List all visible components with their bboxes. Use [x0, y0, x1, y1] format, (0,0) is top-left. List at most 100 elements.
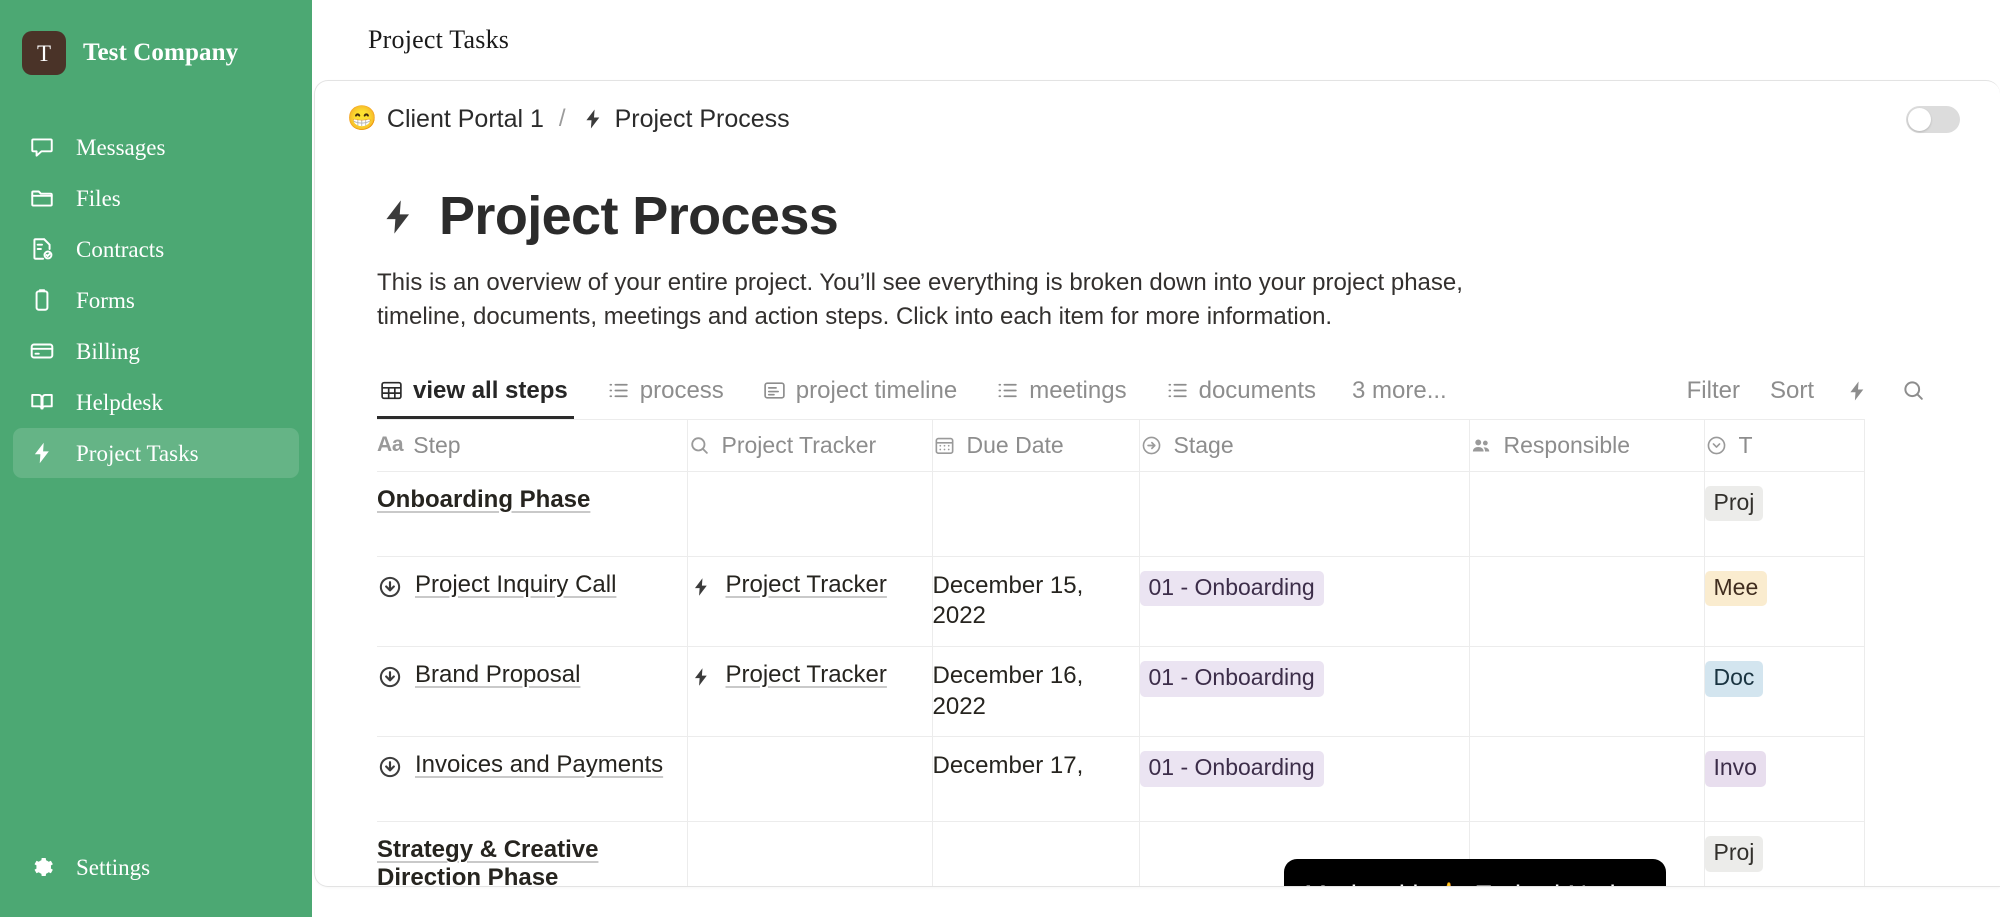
bolt-icon[interactable] [1844, 378, 1870, 404]
step-link[interactable]: Brand Proposal [415, 661, 580, 689]
brand[interactable]: T Test Company [0, 0, 312, 78]
cell-step[interactable]: Brand Proposal [377, 646, 687, 736]
relation-link[interactable]: Project Tracker [726, 571, 887, 599]
sidebar-item-contracts[interactable]: Contracts [13, 224, 299, 274]
cell-due-date[interactable]: December 15, 2022 [932, 556, 1139, 646]
tab-meetings[interactable]: meetings [993, 377, 1140, 419]
column-header-stage[interactable]: Stage [1139, 419, 1469, 471]
cell-due-date[interactable] [932, 471, 1139, 556]
table-body: Onboarding Phase Proj [377, 471, 1864, 887]
cell-due-date[interactable]: December 16, 2022 [932, 646, 1139, 736]
relation-link[interactable]: Project Tracker [726, 661, 887, 689]
tab-label: view all steps [413, 377, 568, 405]
tab-project-timeline[interactable]: project timeline [760, 377, 971, 419]
cell-type[interactable]: Doc [1704, 646, 1864, 736]
step-link[interactable]: Onboarding Phase [377, 486, 590, 514]
sort-button[interactable]: Sort [1770, 377, 1814, 405]
breadcrumb-parent[interactable]: 😁 Client Portal 1 [347, 105, 544, 134]
status-badge: Proj [1705, 836, 1764, 872]
sidebar-item-label: Project Tasks [76, 442, 199, 465]
app-root: T Test Company Messages F [0, 0, 2000, 917]
column-header-type[interactable]: T [1704, 419, 1864, 471]
cell-project-tracker[interactable] [687, 737, 932, 822]
select-circle-icon [1705, 433, 1729, 457]
cell-type[interactable]: Proj [1704, 471, 1864, 556]
cell-responsible[interactable] [1469, 471, 1704, 556]
sidebar-item-billing[interactable]: Billing [13, 326, 299, 376]
cell-stage[interactable]: 01 - Onboarding [1139, 556, 1469, 646]
column-header-step[interactable]: Aa Step [377, 419, 687, 471]
cell-step[interactable]: Strategy & Creative Direction Phase [377, 822, 687, 887]
cell-type[interactable]: Mee [1704, 556, 1864, 646]
cell-project-tracker[interactable] [687, 471, 932, 556]
cell-stage[interactable]: 01 - Onboarding [1139, 646, 1469, 736]
cell-step[interactable]: Onboarding Phase [377, 471, 687, 556]
select-arrow-icon [1140, 433, 1164, 457]
column-header-due-date[interactable]: Due Date [932, 419, 1139, 471]
table-row[interactable]: Project Inquiry Call [377, 556, 1864, 646]
tab-view-all-steps[interactable]: view all steps [377, 377, 582, 419]
breadcrumb-parent-label: Client Portal 1 [387, 105, 544, 134]
bolt-icon [688, 574, 714, 600]
dark-mode-toggle[interactable] [1906, 106, 1960, 133]
page-heading: Project Process [439, 187, 838, 246]
sidebar-item-forms[interactable]: Forms [13, 275, 299, 325]
step-link[interactable]: Strategy & Creative Direction Phase [377, 836, 671, 887]
sidebar-item-project-tasks[interactable]: Project Tasks [13, 428, 299, 478]
column-label: Due Date [967, 432, 1064, 459]
sidebar-item-settings[interactable]: Settings [13, 842, 299, 892]
cell-responsible[interactable] [1469, 737, 1704, 822]
table-row[interactable]: Brand Proposal [377, 646, 1864, 736]
cell-type[interactable]: Invo [1704, 737, 1864, 822]
tab-documents[interactable]: documents [1163, 377, 1330, 419]
tab-label: meetings [1029, 377, 1126, 405]
cell-stage[interactable]: 01 - Onboarding [1139, 737, 1469, 822]
sidebar-item-messages[interactable]: Messages [13, 122, 299, 172]
cell-due-date[interactable]: December 17, [932, 737, 1139, 822]
page-title-topbar: Project Tasks [368, 25, 509, 55]
step-link[interactable]: Project Inquiry Call [415, 571, 616, 599]
filter-button[interactable]: Filter [1687, 377, 1740, 405]
table-row[interactable]: Invoices and Payments December 17, 01 - … [377, 737, 1864, 822]
cell-step[interactable]: Invoices and Payments [377, 737, 687, 822]
pointing-hand-emoji-icon: 👉 [1435, 881, 1466, 888]
cell-responsible[interactable] [1469, 646, 1704, 736]
main-area: Project Tasks 😁 Client Portal 1 / Projec… [312, 0, 2000, 917]
breadcrumb-separator: / [559, 105, 566, 133]
column-header-responsible[interactable]: Responsible [1469, 419, 1704, 471]
cell-project-tracker[interactable]: Project Tracker [687, 646, 932, 736]
database-table: Aa Step [377, 419, 1865, 887]
search-icon[interactable] [1900, 378, 1926, 404]
step-link[interactable]: Invoices and Payments [415, 751, 663, 779]
watermark-suffix: Embed Notion [1475, 880, 1646, 888]
sidebar-item-label: Settings [76, 856, 150, 879]
column-label: Project Tracker [722, 432, 877, 459]
table-header-row: Aa Step [377, 419, 1864, 471]
notion-page-title: Project Process [377, 187, 2000, 246]
cell-step[interactable]: Project Inquiry Call [377, 556, 687, 646]
contract-icon [29, 236, 55, 262]
table-row[interactable]: Onboarding Phase Proj [377, 471, 1864, 556]
table-toolbar: Filter Sort [1687, 377, 2000, 419]
column-header-project-tracker[interactable]: Project Tracker [687, 419, 932, 471]
cell-project-tracker[interactable] [687, 822, 932, 887]
cell-responsible[interactable] [1469, 556, 1704, 646]
sidebar-item-label: Messages [76, 136, 165, 159]
database-table-wrap: Aa Step [377, 419, 2000, 887]
brand-logo-badge: T [22, 31, 66, 75]
sidebar-item-helpdesk[interactable]: Helpdesk [13, 377, 299, 427]
cell-type[interactable]: Proj [1704, 822, 1864, 887]
cell-project-tracker[interactable]: Project Tracker [687, 556, 932, 646]
list-icon [1165, 378, 1190, 403]
cell-stage[interactable] [1139, 471, 1469, 556]
circle-down-arrow-icon [377, 574, 403, 600]
embed-notion-watermark[interactable]: Made with 👉 Embed Notion [1284, 859, 1666, 887]
tab-process[interactable]: process [604, 377, 738, 419]
cell-due-date[interactable] [932, 822, 1139, 887]
tabs-more-button[interactable]: 3 more... [1352, 377, 1447, 419]
tab-label: documents [1199, 377, 1316, 405]
breadcrumb-current[interactable]: Project Process [581, 105, 790, 134]
grin-emoji-icon: 😁 [347, 107, 377, 131]
sidebar-item-files[interactable]: Files [13, 173, 299, 223]
toggle-knob [1908, 108, 1931, 131]
